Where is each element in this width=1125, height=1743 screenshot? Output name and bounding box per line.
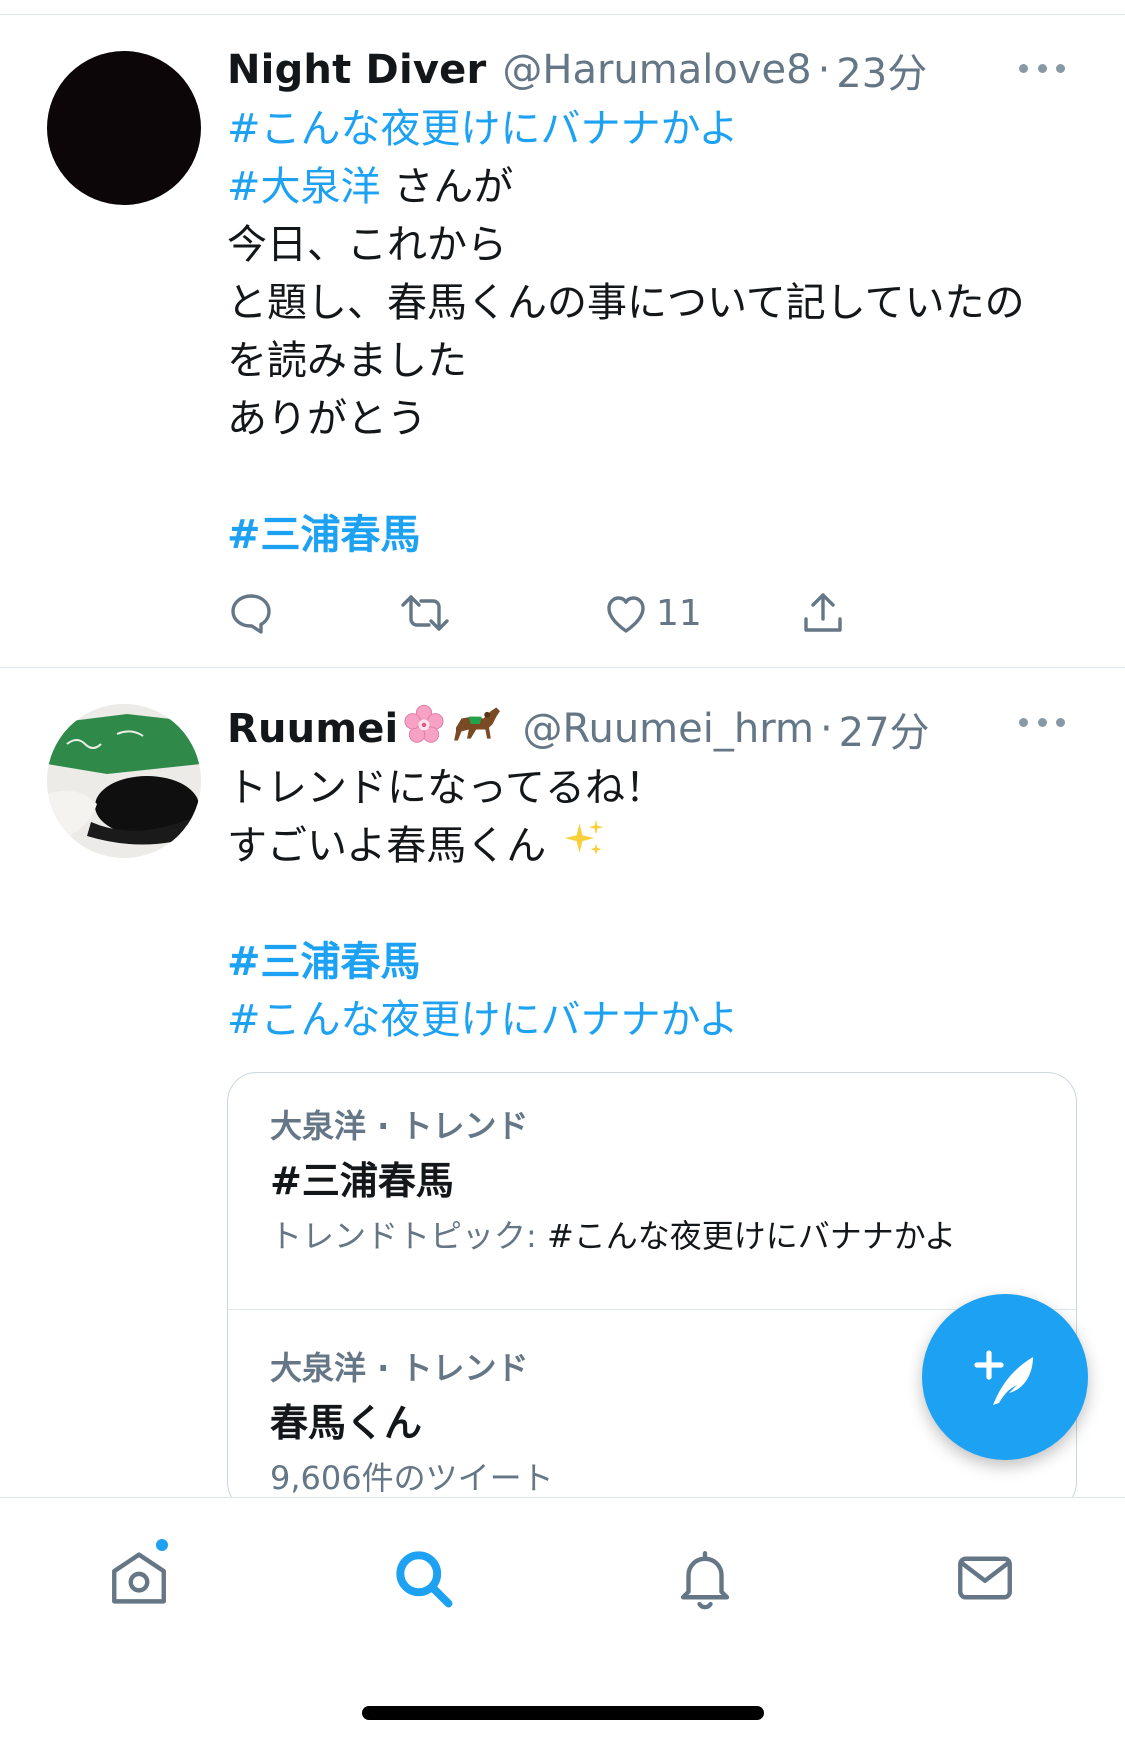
- trend-card: 大泉洋 · トレンド #三浦春馬 トレンドトピック: #こんな夜更けにバナナかよ…: [227, 1072, 1077, 1512]
- more-options-icon[interactable]: [1019, 58, 1065, 78]
- user-handle: @Harumalove8: [502, 47, 812, 93]
- display-name[interactable]: Ruumei: [227, 706, 398, 752]
- display-name[interactable]: Night Diver: [227, 47, 486, 93]
- share-button[interactable]: [799, 583, 847, 643]
- avatar-photo: [47, 704, 201, 858]
- mail-icon: [958, 1556, 1012, 1600]
- timestamp: 27分: [838, 710, 930, 756]
- bell-icon: [680, 1551, 730, 1610]
- timestamp: 23分: [836, 51, 928, 97]
- trend-subtitle: トレンドトピック: #こんな夜更けにバナナかよ: [270, 1211, 1056, 1261]
- search-icon: [396, 1551, 453, 1608]
- like-button[interactable]: 11: [602, 583, 702, 643]
- tweet-header: Night Diver @Harumalove8 · 23分: [227, 40, 1065, 100]
- tweet-actions: 11: [227, 583, 947, 643]
- like-count: 11: [656, 592, 702, 634]
- timeline-screen: Night Diver @Harumalove8 · 23分 #こんな夜更けにバ…: [0, 0, 1125, 1743]
- sparkles-icon: [563, 818, 607, 878]
- tweet-content: Ruumei @Ruumei_hrm · 27分 トレンドになってるね！ すごい…: [227, 699, 1065, 1049]
- trend-subtitle-label: トレンドトピック:: [270, 1217, 547, 1255]
- tweet-text-line: トレンドになってるね！: [227, 765, 665, 811]
- heart-icon: [607, 596, 645, 633]
- more-options-icon[interactable]: [1019, 712, 1065, 732]
- tab-search[interactable]: [383, 1538, 463, 1618]
- tweet-text-segment: さんが: [380, 164, 514, 210]
- separator: ·: [817, 47, 831, 93]
- separator: ·: [819, 706, 833, 752]
- compose-tweet-button[interactable]: [922, 1294, 1088, 1460]
- home-indicator[interactable]: [362, 1706, 764, 1720]
- tweet-text-line: と題し、春馬くんの事について記していたの: [227, 280, 1025, 326]
- trend-divider: [228, 1309, 1076, 1310]
- tab-home[interactable]: [99, 1536, 179, 1618]
- reply-button[interactable]: [227, 583, 275, 643]
- hashtag-link[interactable]: #こんな夜更けにバナナかよ: [227, 997, 739, 1043]
- user-handle: @Ruumei_hrm: [522, 706, 814, 752]
- home-notification-dot: [153, 1536, 171, 1554]
- home-icon: [112, 1552, 166, 1604]
- tweet[interactable]: Night Diver @Harumalove8 · 23分 #こんな夜更けにバ…: [0, 15, 1125, 668]
- retweet-icon: [401, 595, 449, 631]
- trend-item[interactable]: 大泉洋 · トレンド #三浦春馬 トレンドトピック: #こんな夜更けにバナナかよ: [270, 1101, 1056, 1261]
- tweet-content: Night Diver @Harumalove8 · 23分 #こんな夜更けにバ…: [227, 40, 1065, 564]
- hashtag-link[interactable]: #三浦春馬: [227, 512, 421, 558]
- trend-title: #三浦春馬: [270, 1159, 454, 1203]
- hashtag-link[interactable]: #こんな夜更けにバナナかよ: [227, 106, 739, 152]
- tweet-header: Ruumei @Ruumei_hrm · 27分: [227, 699, 1065, 759]
- tweet-text-line: 今日、これから: [227, 222, 507, 268]
- reply-icon: [231, 594, 271, 634]
- compose-feather-icon: [974, 1350, 1033, 1405]
- avatar[interactable]: [47, 704, 201, 858]
- tweet-text-line: ありがとう: [227, 396, 427, 442]
- horse-icon: [450, 702, 506, 756]
- trend-meta: 大泉洋 · トレンド: [270, 1107, 529, 1145]
- hashtag-link[interactable]: #大泉洋: [227, 164, 381, 210]
- bottom-tab-bar: [0, 1497, 1125, 1743]
- tweet-text-line: すごいよ春馬くん: [227, 823, 547, 869]
- share-icon: [804, 593, 842, 632]
- avatar[interactable]: [47, 51, 201, 205]
- cherry-blossom-icon: [402, 702, 446, 756]
- tweet-text-line: を読みました: [227, 338, 467, 384]
- trend-subtitle: 9,606件のツイート: [270, 1459, 554, 1497]
- tweet-text: トレンドになってるね！ すごいよ春馬くん #三浦春馬 #こんな夜更けにバナナかよ: [227, 759, 1065, 1049]
- tab-notifications[interactable]: [665, 1538, 745, 1618]
- retweet-button[interactable]: [399, 583, 451, 643]
- trend-subtitle-topic: #こんな夜更けにバナナかよ: [546, 1217, 957, 1255]
- tweet-text: #こんな夜更けにバナナかよ #大泉洋 さんが 今日、これから と題し、春馬くんの…: [227, 100, 1065, 564]
- hashtag-link[interactable]: #三浦春馬: [227, 939, 421, 985]
- tab-messages[interactable]: [945, 1538, 1025, 1618]
